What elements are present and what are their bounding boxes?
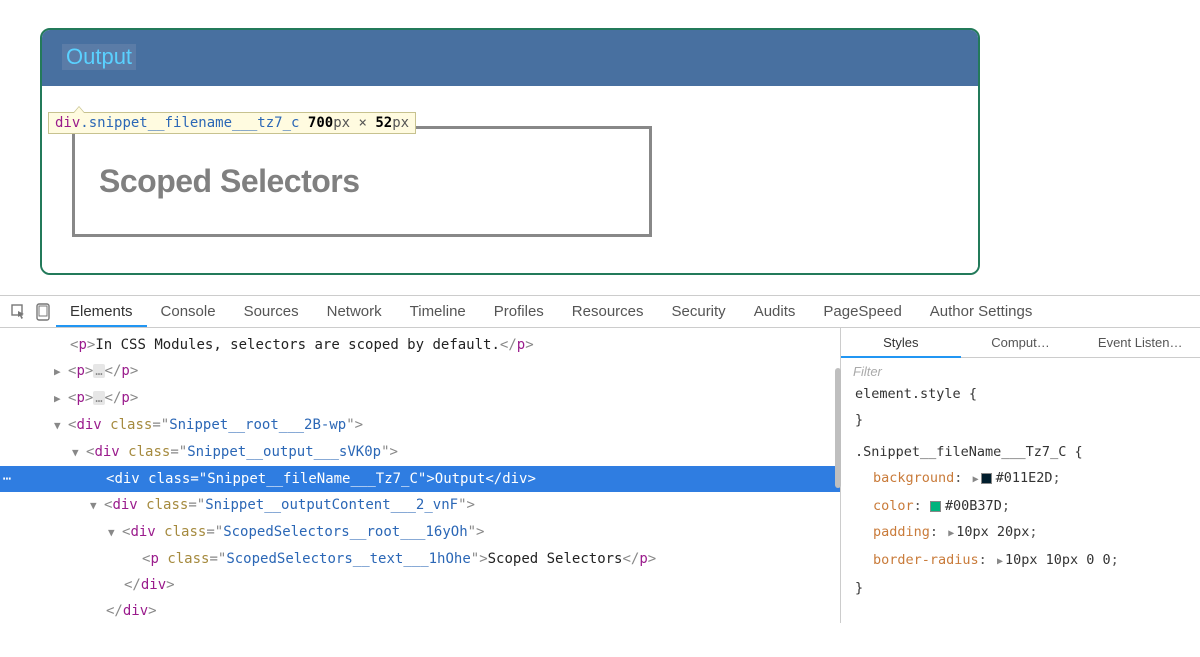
devtools-tab-sources[interactable]: Sources [230,297,313,326]
dom-node-selected[interactable]: ⋯<div class="Snippet__fileName___Tz7_C">… [0,466,840,492]
dom-node[interactable]: ▼<div class="Snippet__root___2B-wp"> [0,412,840,439]
sidebar-tabs: StylesComput…Event Listen… [841,328,1200,358]
scrollbar-thumb[interactable] [835,368,841,488]
styles-sidebar: StylesComput…Event Listen… Filter elemen… [840,328,1200,623]
collapse-icon[interactable]: ▼ [90,493,104,519]
devtools-tab-timeline[interactable]: Timeline [396,297,480,326]
output-frame: Output div.snippet__filename___tz7_c 700… [40,28,980,275]
rule-selector: .Snippet__fileName___Tz7_C [855,444,1066,460]
output-title: Output [62,44,136,70]
devtools-body: <p>In CSS Modules, selectors are scoped … [0,328,1200,623]
dom-node-collapsed[interactable]: ▶<p>…</p> [0,385,840,412]
devtools-panel: ElementsConsoleSourcesNetworkTimelinePro… [0,295,1200,623]
elements-tree[interactable]: <p>In CSS Modules, selectors are scoped … [0,328,840,623]
dom-node-close[interactable]: </div> [0,598,840,623]
inspect-tooltip: div.snippet__filename___tz7_c 700px × 52… [48,112,416,134]
collapse-icon[interactable]: ▼ [108,520,122,546]
style-prop-border-radius[interactable]: border-radius: ▶10px 10px 0 0; [855,547,1186,575]
devtools-tab-security[interactable]: Security [658,297,740,326]
device-icon[interactable] [32,301,54,323]
collapse-icon[interactable]: ▼ [54,413,68,439]
expand-icon[interactable]: ▶ [54,359,68,385]
output-header: Output [42,30,978,86]
tooltip-tag: div [55,115,80,131]
scoped-selectors-box: Scoped Selectors [72,126,652,237]
inspect-icon[interactable] [8,301,30,323]
styles-rules[interactable]: element.style { } .Snippet__fileName___T… [841,381,1200,601]
devtools-tab-network[interactable]: Network [313,297,396,326]
collapse-icon[interactable]: ▼ [72,440,86,466]
dom-node-close[interactable]: </div> [0,572,840,598]
sidebar-tab-comput-[interactable]: Comput… [961,329,1081,356]
devtools-tab-pagespeed[interactable]: PageSpeed [809,297,915,326]
devtools-tab-profiles[interactable]: Profiles [480,297,558,326]
expand-icon[interactable]: ▶ [54,386,68,412]
element-style-selector: element.style [855,386,961,402]
devtools-tab-console[interactable]: Console [147,297,230,326]
sidebar-tab-event-listen-[interactable]: Event Listen… [1080,329,1200,356]
style-prop-color[interactable]: color: #00B37D; [855,493,1186,519]
style-prop-background[interactable]: background: ▶#011E2D; [855,465,1186,493]
devtools-tab-elements[interactable]: Elements [56,297,147,327]
dom-node[interactable]: <p class="ScopedSelectors__text___1hOhe"… [0,546,840,572]
devtools-tab-audits[interactable]: Audits [740,297,810,326]
dom-node[interactable]: ▼<div class="ScopedSelectors__root___16y… [0,519,840,546]
dom-node[interactable]: ▼<div class="Snippet__output___sVK0p"> [0,439,840,466]
style-prop-padding[interactable]: padding: ▶10px 20px; [855,519,1186,547]
tooltip-class: .snippet__filename___tz7_c [80,115,299,131]
page-preview: Output div.snippet__filename___tz7_c 700… [0,0,1200,295]
dom-node-collapsed[interactable]: ▶<p>…</p> [0,358,840,385]
sidebar-tab-styles[interactable]: Styles [841,329,961,358]
dom-node[interactable]: <p>In CSS Modules, selectors are scoped … [0,332,840,358]
devtools-tab-author-settings[interactable]: Author Settings [916,297,1047,326]
devtools-tabs: ElementsConsoleSourcesNetworkTimelinePro… [0,296,1200,328]
devtools-tab-resources[interactable]: Resources [558,297,658,326]
scoped-selectors-heading: Scoped Selectors [99,163,625,200]
filter-input[interactable]: Filter [841,358,1200,381]
tooltip-dimensions: 700px × 52px [308,115,409,131]
dom-node[interactable]: ▼<div class="Snippet__outputContent___2_… [0,492,840,519]
